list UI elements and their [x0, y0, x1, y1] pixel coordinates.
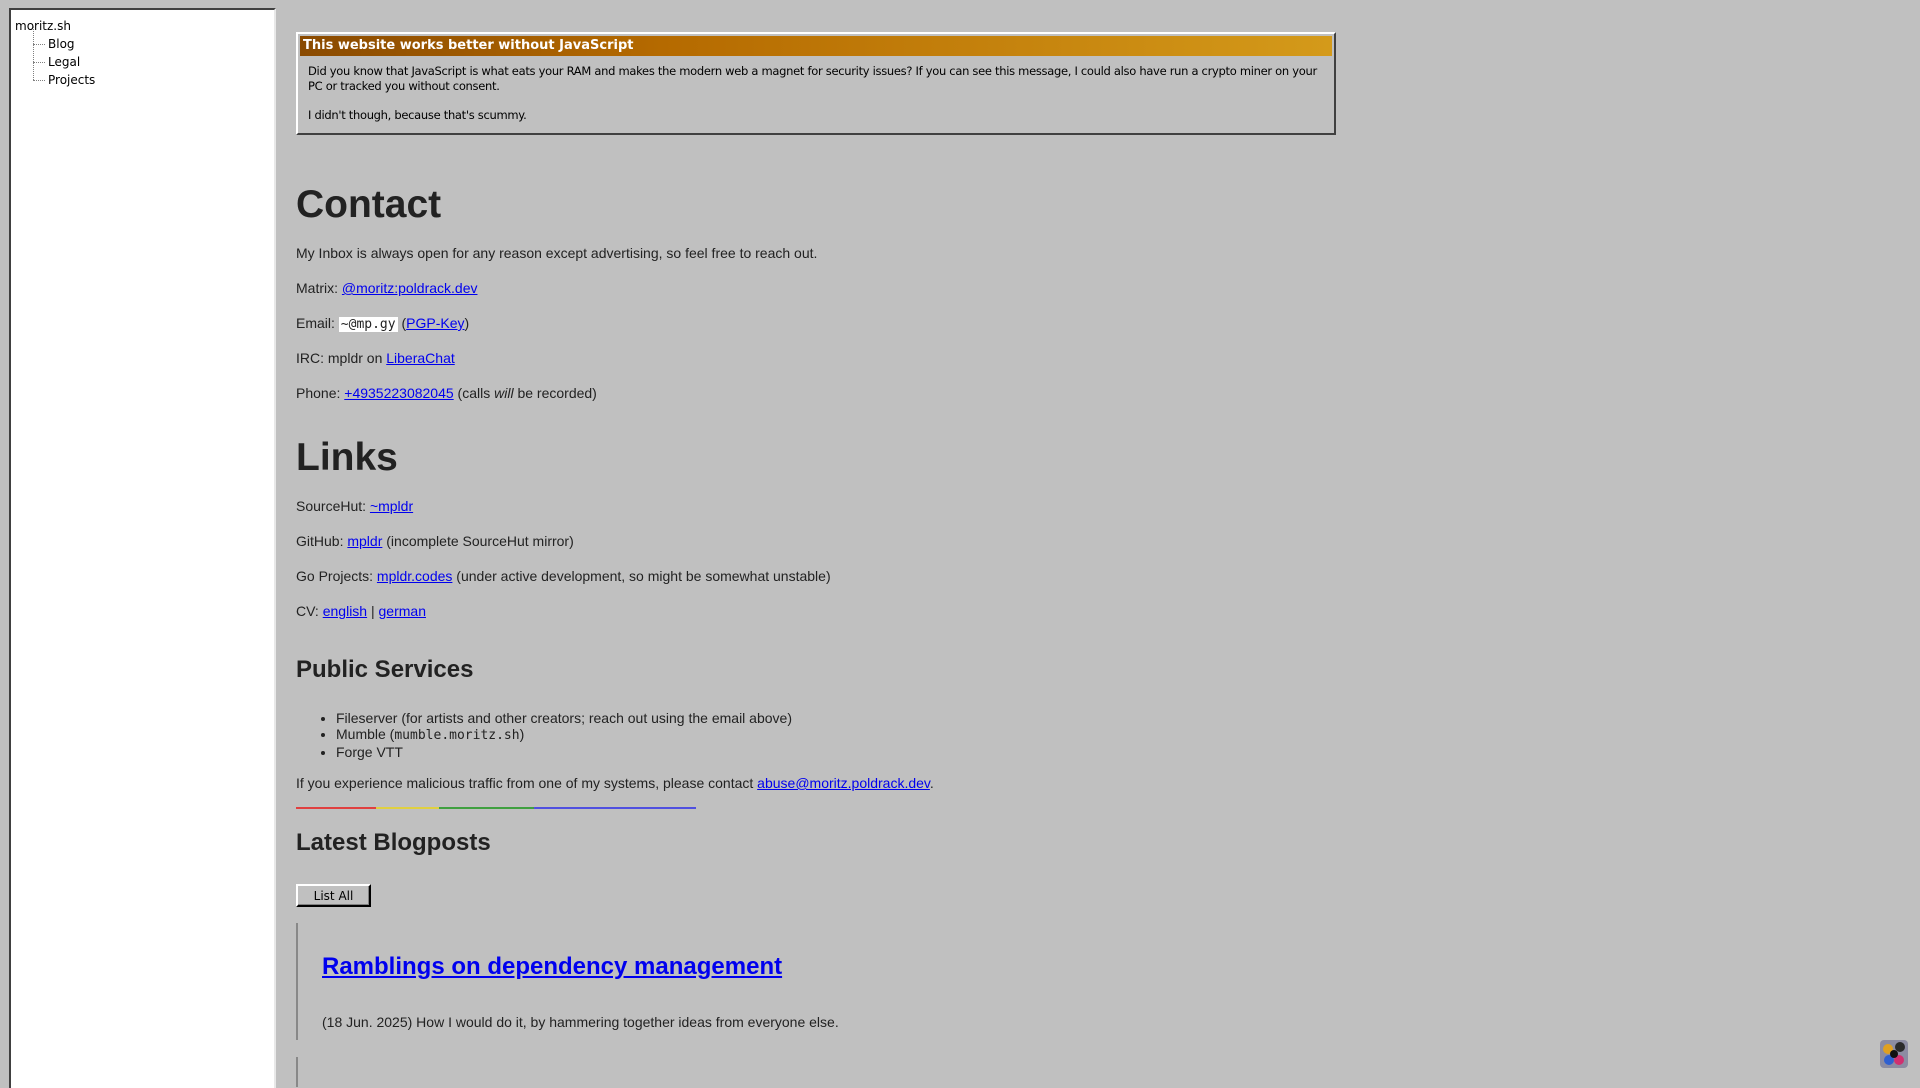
irc-label: IRC: mpldr on: [296, 350, 387, 366]
phone-link[interactable]: +4935223082045: [344, 385, 453, 401]
cv-separator: |: [367, 603, 379, 619]
github-link[interactable]: mpldr: [347, 533, 382, 549]
go-projects-link[interactable]: mpldr.codes: [377, 568, 452, 584]
blogpost-title-link[interactable]: Ramblings on dependency management: [322, 953, 782, 981]
sidebar-item-label[interactable]: Legal: [48, 55, 80, 69]
sidebar-item-legal[interactable]: Legal: [15, 44, 274, 71]
contact-heading: Contact: [296, 183, 442, 226]
phone-line: Phone: +4935223082045 (calls will be rec…: [296, 384, 597, 402]
tree-root-label[interactable]: moritz.sh: [15, 19, 71, 33]
notice-paragraph: I didn't though, because that's scummy.: [308, 108, 527, 122]
irc-line: IRC: mpldr on LiberaChat: [296, 349, 455, 367]
phone-label: Phone:: [296, 385, 345, 401]
sidebar-item-blog[interactable]: Blog: [15, 26, 274, 53]
tree-root[interactable]: moritz.sh: [15, 17, 274, 35]
blogpost-card: Ramblings on dependency management (18 J…: [296, 923, 1196, 1040]
github-note: (incomplete SourceHut mirror): [382, 533, 574, 549]
colorful-dots-icon[interactable]: [1878, 1038, 1910, 1070]
contact-intro: My Inbox is always open for any reason e…: [296, 245, 818, 261]
phone-note-post: be recorded): [513, 385, 597, 401]
email-line: Email: ~@mp.gy (PGP-Key): [296, 314, 469, 334]
sidebar-item-projects[interactable]: Projects: [15, 62, 274, 89]
services-list: Fileserver (for artists and other creato…: [296, 710, 792, 760]
mumble-pre: Mumble (: [336, 726, 395, 742]
list-item: Mumble (mumble.moritz.sh): [336, 726, 792, 744]
latest-blogposts-heading: Latest Blogposts: [296, 829, 491, 856]
list-item: Fileserver (for artists and other creato…: [336, 710, 792, 726]
notice-paragraph: Did you know that JavaScript is what eat…: [308, 64, 1317, 93]
abuse-pre: If you experience malicious traffic from…: [296, 775, 758, 791]
sidebar-tree: moritz.sh Blog Legal Projects: [9, 8, 276, 1088]
email-label: Email:: [296, 315, 339, 331]
list-item: Forge VTT: [336, 744, 792, 760]
divider-segment-blue: [534, 807, 696, 809]
cv-label: CV:: [296, 603, 323, 619]
liberachat-link[interactable]: LiberaChat: [386, 350, 455, 366]
github-label: GitHub:: [296, 533, 348, 549]
tree-list: Blog Legal Projects: [15, 26, 274, 89]
next-blogpost-border: [296, 1057, 298, 1087]
email-paren-open: (: [397, 315, 407, 331]
email-paren-close: ): [464, 315, 470, 331]
cv-english-link[interactable]: english: [323, 603, 367, 619]
links-heading: Links: [296, 436, 398, 479]
github-line: GitHub: mpldr (incomplete SourceHut mirr…: [296, 532, 574, 550]
go-projects-note: (under active development, so might be s…: [452, 568, 831, 584]
phone-note-pre: (calls: [453, 385, 495, 401]
abuse-email-link[interactable]: abuse@moritz.poldrack.dev: [757, 775, 930, 791]
sidebar-item-label[interactable]: Blog: [48, 37, 75, 51]
cv-line: CV: english | german: [296, 602, 426, 620]
divider-segment-yellow: [376, 807, 439, 809]
matrix-link[interactable]: @moritz:poldrack.dev: [342, 280, 478, 296]
mumble-address: mumble.moritz.sh: [394, 728, 520, 743]
sourcehut-link[interactable]: ~mpldr: [370, 498, 413, 514]
abuse-line: If you experience malicious traffic from…: [296, 774, 934, 792]
sourcehut-line: SourceHut: ~mpldr: [296, 497, 413, 515]
sidebar-item-label[interactable]: Projects: [48, 73, 95, 87]
notice-title: This website works better without JavaSc…: [300, 36, 1332, 56]
email-address: ~@mp.gy: [338, 317, 398, 332]
divider-segment-green: [439, 807, 534, 809]
public-services-heading: Public Services: [296, 656, 474, 683]
blogpost-description: (18 Jun. 2025) How I would do it, by ham…: [322, 1014, 839, 1030]
phone-note-emphasis: will: [494, 385, 514, 401]
rainbow-divider: [296, 807, 696, 809]
pgp-key-link[interactable]: PGP-Key: [406, 315, 464, 331]
sourcehut-label: SourceHut:: [296, 498, 370, 514]
go-projects-label: Go Projects:: [296, 568, 377, 584]
notice-body: Did you know that JavaScript is what eat…: [300, 56, 1332, 123]
mumble-post: ): [519, 726, 525, 742]
matrix-label: Matrix:: [296, 280, 342, 296]
cv-german-link[interactable]: german: [379, 603, 426, 619]
abuse-post: .: [929, 775, 934, 791]
go-projects-line: Go Projects: mpldr.codes (under active d…: [296, 567, 831, 585]
list-all-button[interactable]: List All: [296, 884, 371, 907]
divider-segment-red: [296, 807, 376, 809]
javascript-notice: This website works better without JavaSc…: [296, 32, 1336, 135]
matrix-line: Matrix: @moritz:poldrack.dev: [296, 279, 477, 297]
